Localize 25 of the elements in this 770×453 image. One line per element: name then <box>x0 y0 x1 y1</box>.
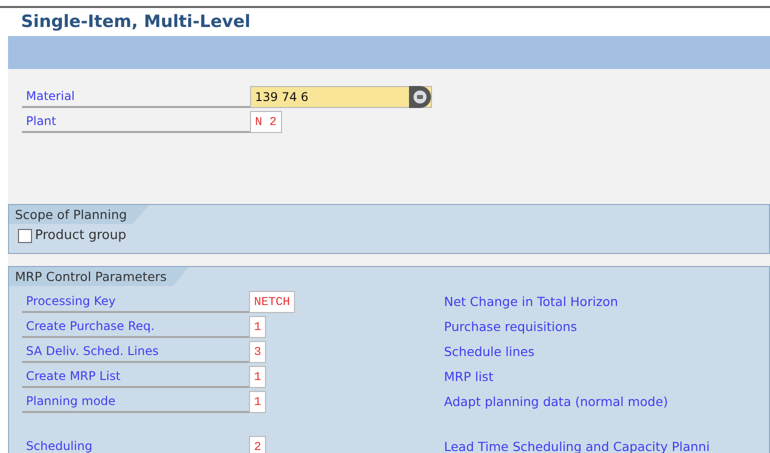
value-description: MRP list <box>443 368 494 386</box>
value-description: Purchase requisitions <box>443 318 578 336</box>
value-description: Net Change in Total Horizon <box>443 293 620 311</box>
field-label: Planning mode <box>22 391 249 413</box>
input-field[interactable]: NETCH <box>249 291 296 313</box>
value-description: Schedule lines <box>443 343 536 361</box>
input-field[interactable]: 1 <box>249 366 266 388</box>
field-label: Create Purchase Req. <box>22 316 249 338</box>
field-label: SA Deliv. Sched. Lines <box>22 341 249 363</box>
input-field[interactable]: 3 <box>249 341 266 363</box>
search-help-icon[interactable] <box>409 86 431 108</box>
group-title: MRP Control Parameters <box>9 267 189 286</box>
input-field[interactable]: 2 <box>249 436 266 453</box>
field-label: Processing Key <box>22 291 249 313</box>
input-field[interactable]: 139 74 6 <box>250 86 432 108</box>
input-field[interactable]: 1 <box>249 316 266 338</box>
field-label: Plant <box>22 111 250 133</box>
screen-title: Single-Item, Multi-Level <box>20 11 252 34</box>
value-description: Adapt planning data (normal mode) <box>443 393 670 411</box>
field-label: Create MRP List <box>22 366 249 388</box>
input-field[interactable]: N 2 <box>250 111 282 133</box>
input-field[interactable]: 1 <box>249 391 266 413</box>
group-title: Scope of Planning <box>9 205 149 224</box>
field-label: Material <box>22 86 250 108</box>
product-group-checkbox[interactable]: Product group <box>9 224 769 253</box>
